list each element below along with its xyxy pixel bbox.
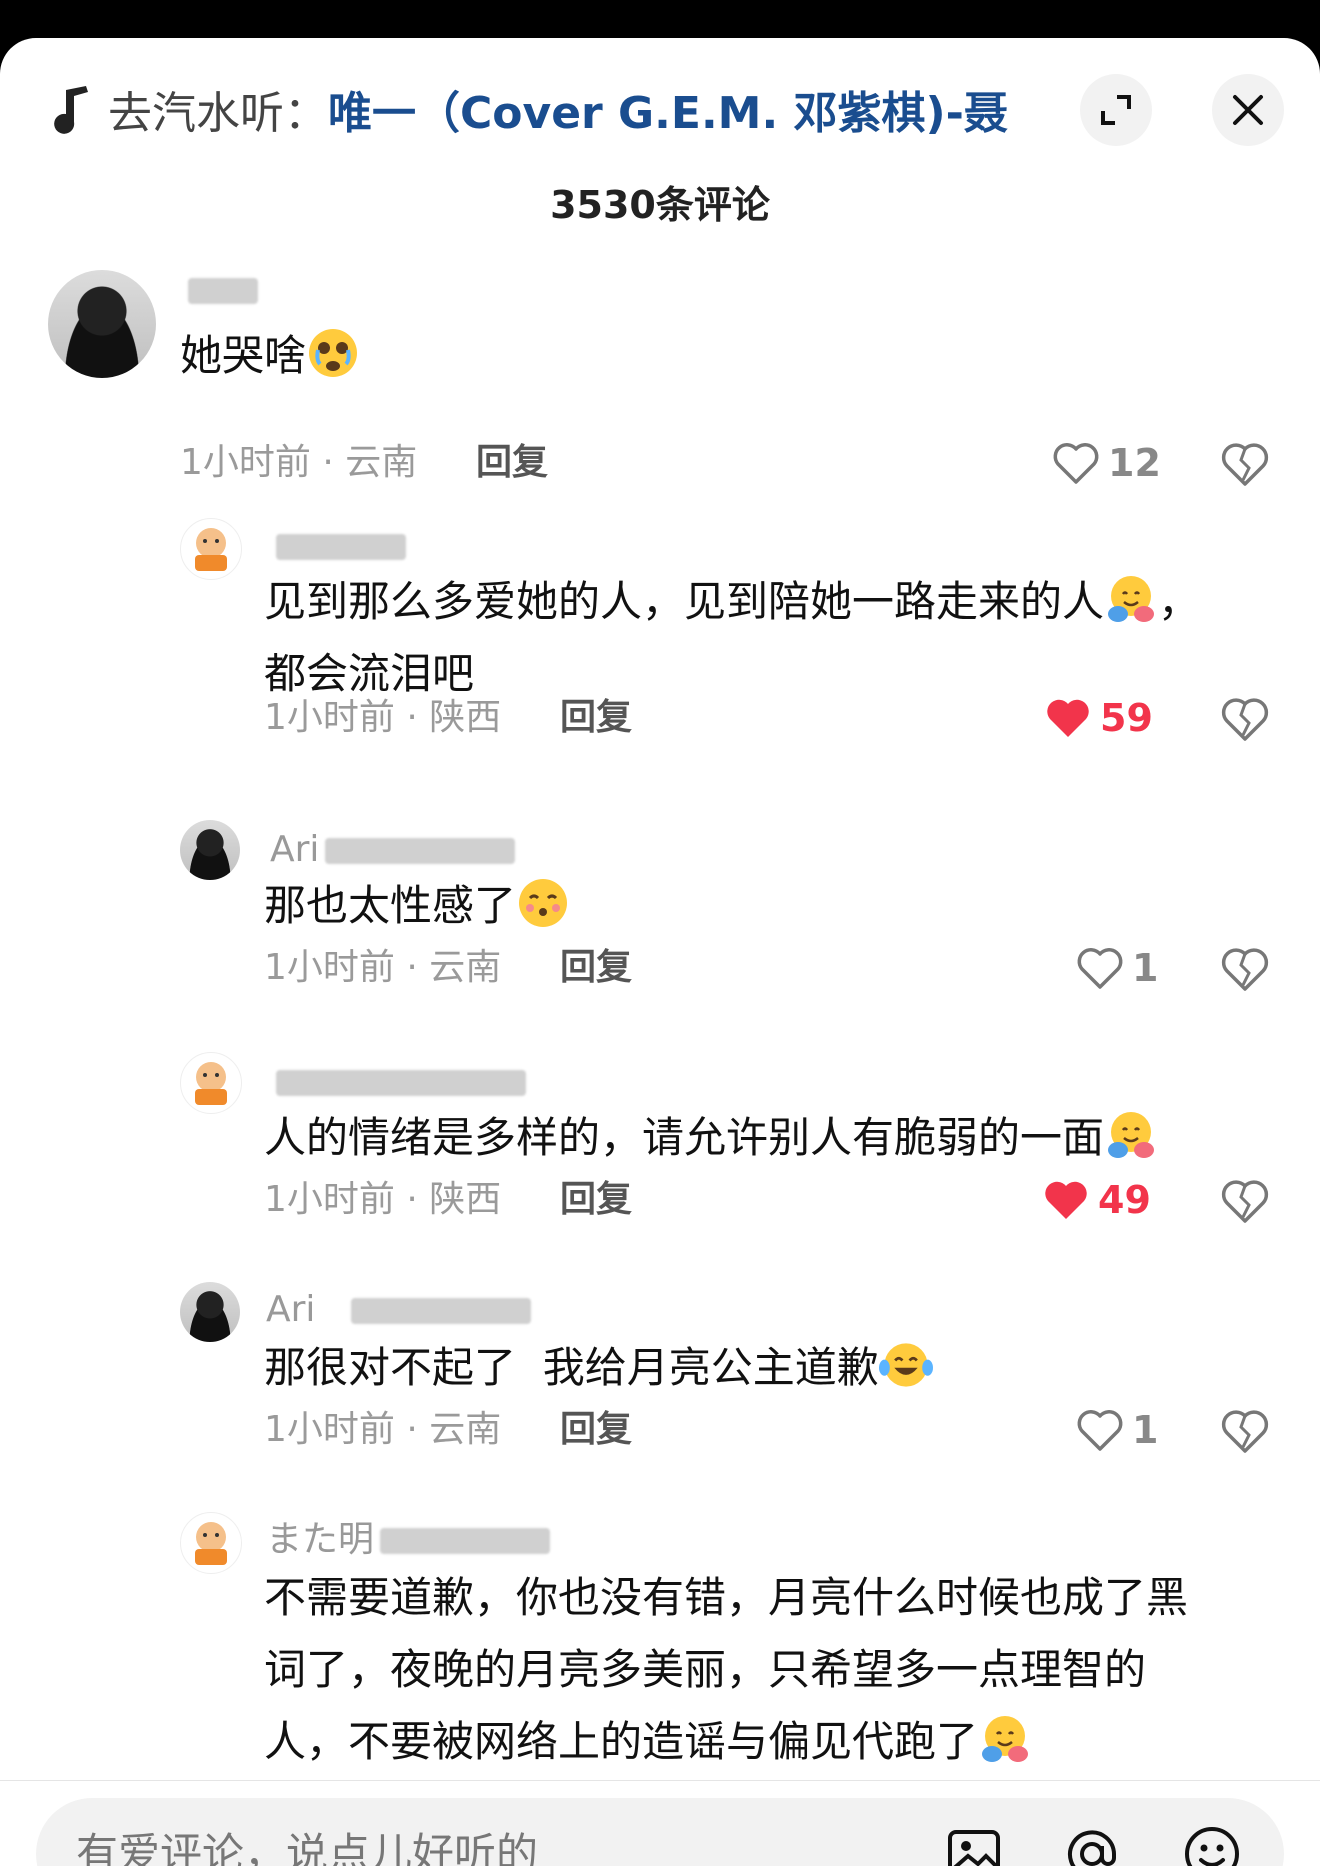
avatar[interactable] [180, 518, 242, 580]
like-button[interactable]: 12 [1052, 438, 1161, 488]
username[interactable]: また明 [266, 1518, 551, 1562]
reply-button[interactable]: 回复 [560, 1405, 632, 1455]
comment-meta: 1小时前 · 陕西 [264, 1179, 502, 1220]
like-count: 59 [1100, 696, 1153, 740]
comment-input[interactable]: 有爱评论，说点儿好听的 [36, 1798, 1284, 1866]
heart-outline-icon [1077, 948, 1123, 989]
heart-outline-icon [1077, 1410, 1123, 1451]
image-icon[interactable] [944, 1824, 1004, 1866]
expand-button[interactable] [1080, 74, 1152, 146]
username[interactable] [182, 268, 258, 312]
reply-button[interactable]: 回复 [476, 438, 548, 488]
like-count: 1 [1132, 946, 1159, 990]
comment-text: 她哭啥 [180, 320, 360, 392]
music-note-icon [54, 86, 88, 134]
comment-meta: 1小时前 · 陕西 [264, 697, 502, 738]
comment-count: 3530条评论 [550, 183, 770, 227]
divider [0, 1780, 1320, 1781]
comment-list[interactable]: 她哭啥 1小时前 · 云南 回复 12 见到那么多爱她的人，见到陪她一路走来的人… [0, 268, 1320, 1780]
avatar[interactable] [180, 1512, 242, 1574]
comment-meta: 1小时前 · 云南 [264, 947, 502, 988]
dislike-icon[interactable] [1220, 1405, 1270, 1455]
avatar[interactable] [180, 820, 240, 880]
comment-text: 那很对不起了 我给月亮公主道歉 [264, 1332, 933, 1404]
dislike-icon[interactable] [1220, 943, 1270, 993]
username[interactable] [270, 524, 406, 568]
dislike-icon[interactable] [1220, 438, 1270, 488]
heart-filled-icon [1047, 699, 1089, 737]
hugging-face-emoji [982, 1716, 1029, 1762]
redacted-username [351, 1298, 532, 1324]
comment-text: 不需要道歉，你也没有错，月亮什么时候也成了黑 词了，夜晚的月亮多美丽，只希望多一… [264, 1573, 1189, 1766]
avatar[interactable] [180, 1052, 242, 1114]
redacted-username [325, 838, 516, 864]
song-title[interactable]: 唯一（Cover G.E.M. 邓紫棋)-聂... [328, 88, 1008, 139]
header: 去汽水听：唯一（Cover G.E.M. 邓紫棋)-聂... [0, 38, 1320, 178]
like-count: 1 [1132, 1408, 1159, 1452]
avatar[interactable] [180, 1282, 240, 1342]
at-mention-icon[interactable] [1062, 1824, 1122, 1866]
redacted-username [380, 1528, 551, 1554]
comment-text: 那也太性感了 [264, 870, 570, 942]
close-icon [1233, 95, 1263, 125]
like-count: 49 [1098, 1178, 1151, 1222]
username[interactable]: Ari [270, 828, 516, 872]
comment-input-area: 有爱评论，说点儿好听的 [0, 1780, 1320, 1866]
dislike-icon[interactable] [1220, 1175, 1270, 1225]
redacted-username [276, 534, 406, 560]
like-button[interactable]: 59 [1044, 693, 1153, 743]
heart-filled-icon [1045, 1181, 1087, 1219]
comment-sheet: 去汽水听：唯一（Cover G.E.M. 邓紫棋)-聂... 3530条评论 她… [0, 38, 1320, 1866]
comment-meta: 1小时前 · 云南 [180, 442, 418, 483]
hugging-face-emoji [1108, 576, 1155, 622]
comment-input-placeholder: 有爱评论，说点儿好听的 [76, 1829, 539, 1866]
hugging-face-emoji [1108, 1112, 1155, 1158]
smiley-icon[interactable] [1182, 1824, 1242, 1866]
username[interactable] [270, 1060, 526, 1104]
username[interactable]: Ari [266, 1288, 532, 1332]
kissing-face-emoji [519, 879, 568, 927]
close-button[interactable] [1212, 74, 1284, 146]
heart-outline-icon [1053, 443, 1099, 484]
avatar[interactable] [48, 270, 156, 378]
redacted-username [276, 1070, 526, 1096]
like-button[interactable]: 49 [1042, 1175, 1151, 1225]
reply-button[interactable]: 回复 [560, 693, 632, 743]
like-button[interactable]: 1 [1076, 1405, 1158, 1455]
tears-of-joy-emoji [878, 1343, 933, 1387]
reply-button[interactable]: 回复 [560, 943, 632, 993]
like-count: 12 [1108, 441, 1161, 485]
crying-face-emoji [309, 329, 358, 377]
dislike-icon[interactable] [1220, 693, 1270, 743]
comment-meta: 1小时前 · 云南 [264, 1409, 502, 1450]
comment-text: 人的情绪是多样的，请允许别人有脆弱的一面 [264, 1102, 1158, 1174]
source-prefix: 去汽水听： [108, 88, 328, 139]
like-button[interactable]: 1 [1076, 943, 1158, 993]
reply-button[interactable]: 回复 [560, 1175, 632, 1225]
redacted-username [188, 278, 258, 304]
comment-text: 见到那么多爱她的人，见到陪她一路走来的人， 都会流泪吧 [264, 566, 1254, 710]
expand-icon [1101, 95, 1131, 125]
source-link[interactable]: 去汽水听：唯一（Cover G.E.M. 邓紫棋)-聂... [108, 84, 1008, 144]
